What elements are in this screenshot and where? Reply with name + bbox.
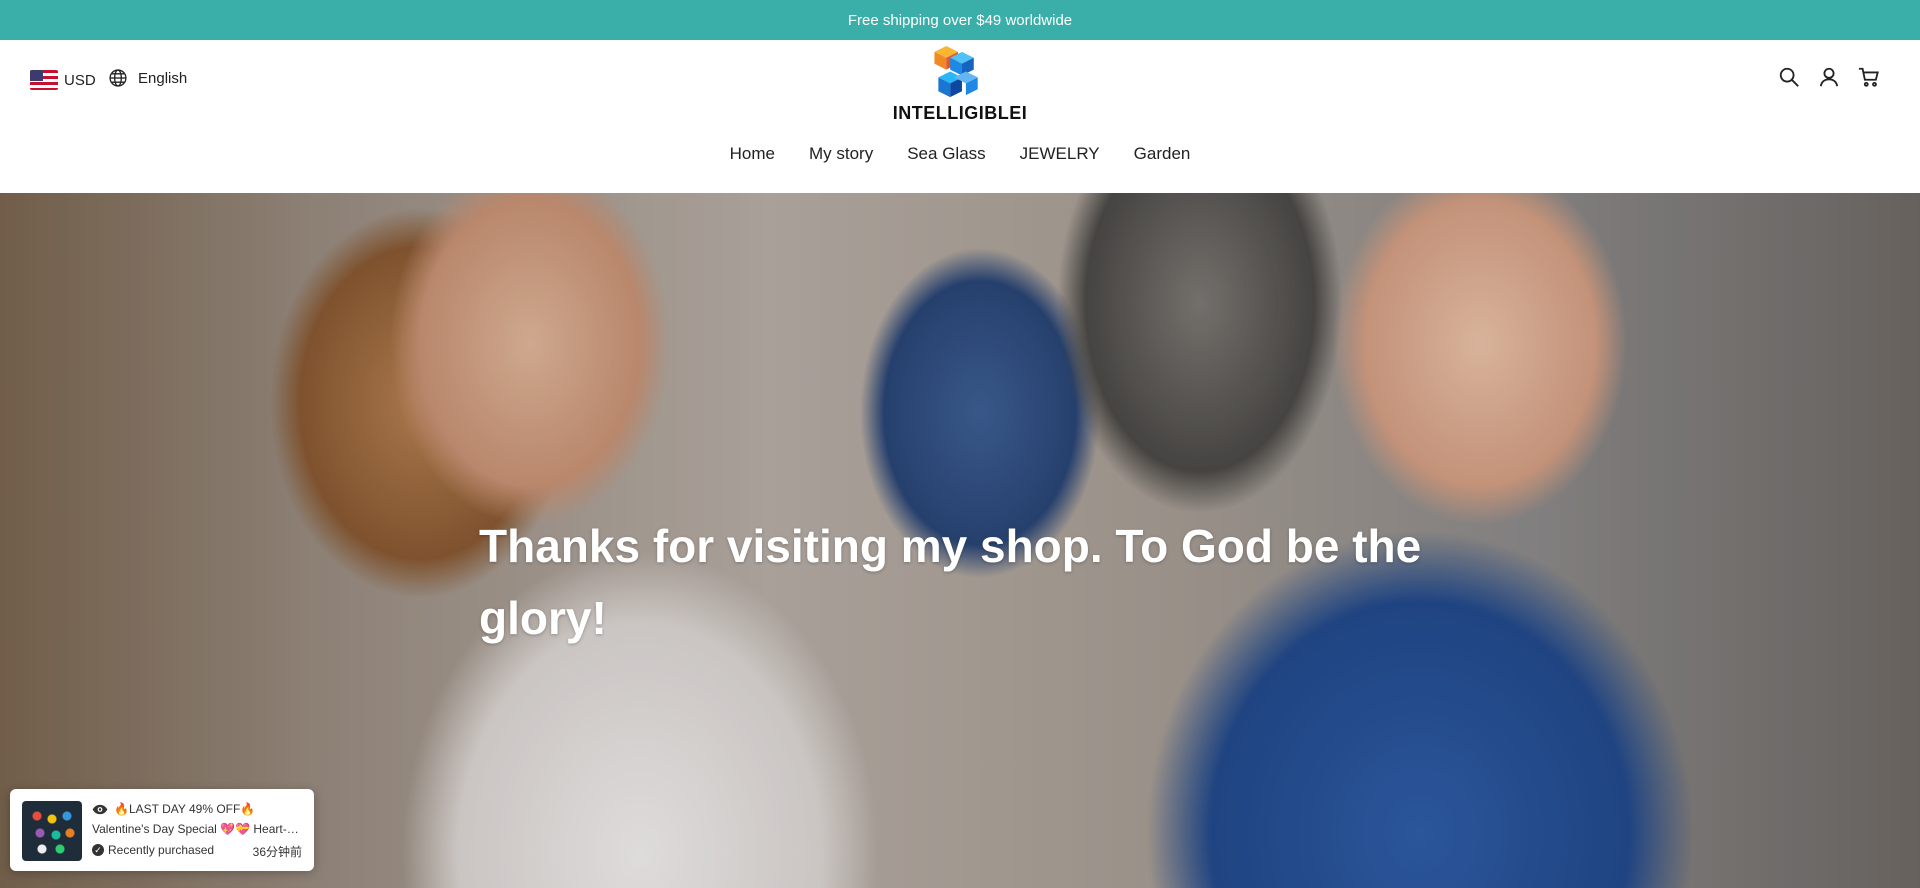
- search-icon[interactable]: [1778, 66, 1800, 88]
- popup-product-name: Valentine's Day Special 💖💝 Heart-Shaped …: [92, 822, 302, 836]
- site-header: USD English INTELLIGIBLEI Home My story …: [0, 40, 1920, 193]
- popup-badge-row: 🔥LAST DAY 49% OFF🔥: [92, 802, 255, 816]
- recent-purchase-popup[interactable]: 🔥LAST DAY 49% OFF🔥 Valentine's Day Speci…: [10, 789, 314, 871]
- popup-badge-text: 🔥LAST DAY 49% OFF🔥: [114, 802, 256, 816]
- us-flag-icon: [30, 70, 58, 90]
- language-selector[interactable]: English: [108, 68, 187, 88]
- logo-text: INTELLIGIBLEI: [892, 103, 1028, 123]
- announcement-bar: Free shipping over $49 worldwide: [0, 0, 1920, 40]
- nav-item-home[interactable]: Home: [730, 144, 775, 164]
- globe-icon: [109, 69, 127, 87]
- account-icon[interactable]: [1818, 66, 1840, 88]
- main-nav: Home My story Sea Glass JEWELRY Garden: [0, 144, 1920, 164]
- currency-label: USD: [64, 71, 96, 89]
- nav-item-garden[interactable]: Garden: [1134, 144, 1191, 164]
- popup-status-row: ✓ Recently purchased: [92, 843, 214, 857]
- site-logo[interactable]: INTELLIGIBLEI: [892, 44, 1028, 124]
- header-actions: [1778, 66, 1880, 88]
- hero-banner: Thanks for visiting my shop. To God be t…: [0, 193, 1920, 888]
- cart-icon[interactable]: [1858, 66, 1880, 88]
- popup-status-text: Recently purchased: [108, 843, 215, 857]
- cube-logo-icon: [934, 45, 978, 98]
- product-thumbnail: [22, 801, 82, 861]
- hero-heading: Thanks for visiting my shop. To God be t…: [479, 520, 1422, 644]
- nav-item-sea-glass[interactable]: Sea Glass: [907, 144, 985, 164]
- popup-time: 36分钟前: [252, 845, 302, 859]
- eye-icon: [92, 804, 108, 814]
- currency-selector[interactable]: USD: [30, 70, 96, 90]
- announcement-text: Free shipping over $49 worldwide: [847, 11, 1073, 29]
- language-label: English: [138, 69, 188, 87]
- nav-item-jewelry[interactable]: JEWELRY: [1020, 144, 1100, 164]
- check-circle-icon: ✓: [92, 844, 104, 856]
- nav-item-my-story[interactable]: My story: [809, 144, 873, 164]
